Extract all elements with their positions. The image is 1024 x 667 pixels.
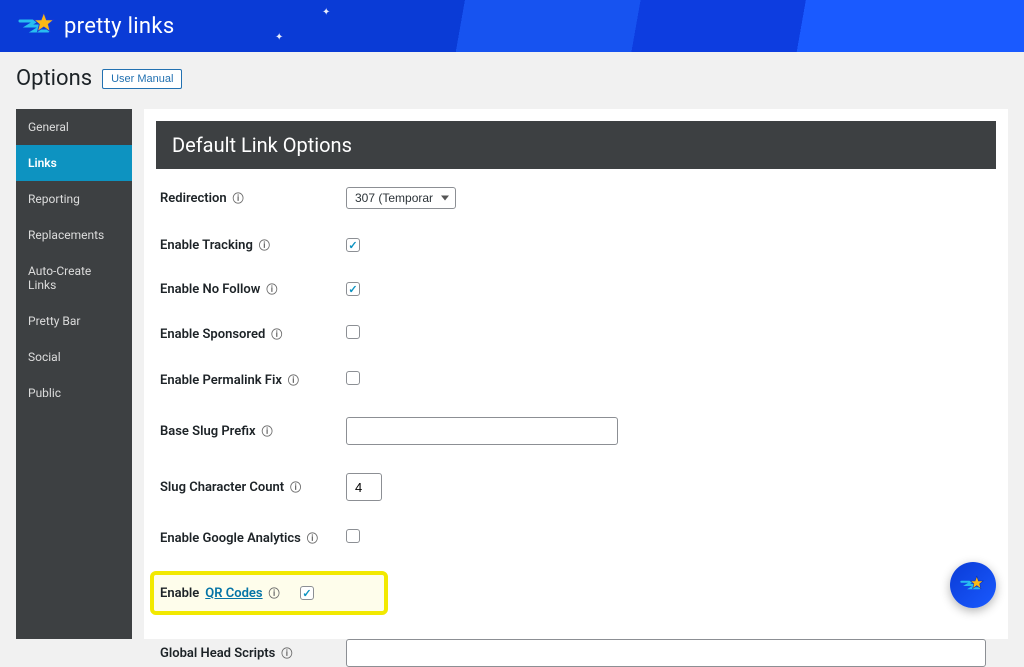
enable-no-follow-checkbox[interactable] [346,282,360,296]
sidebar-item-public[interactable]: Public [16,375,132,411]
main-panel: Default Link Options Redirection ⓘ 307 (… [144,109,1008,639]
redirection-label: Redirection ⓘ [160,190,346,206]
info-icon[interactable]: ⓘ [307,530,318,546]
base-slug-prefix-input[interactable] [346,417,618,445]
brand-logo: pretty links [18,11,175,41]
redirection-select[interactable]: 307 (Temporary) [346,187,456,209]
help-fab-icon [960,575,986,595]
info-icon[interactable]: ⓘ [281,645,292,661]
slug-char-count-input[interactable] [346,473,382,501]
pretty-links-logo-icon [18,11,58,41]
sidebar-item-auto-create-links[interactable]: Auto-Create Links [16,253,132,303]
info-icon[interactable]: ⓘ [266,281,277,297]
enable-tracking-checkbox[interactable] [346,238,360,252]
settings-sidebar: General Links Reporting Replacements Aut… [16,109,132,639]
sidebar-item-reporting[interactable]: Reporting [16,181,132,217]
sidebar-item-pretty-bar[interactable]: Pretty Bar [16,303,132,339]
info-icon[interactable]: ⓘ [290,479,301,495]
enable-permalink-fix-label: Enable Permalink Fix ⓘ [160,372,346,388]
enable-tracking-label: Enable Tracking ⓘ [160,237,346,253]
brand-banner: pretty links ✦ ✦ [0,0,1024,52]
info-icon[interactable]: ⓘ [269,585,280,601]
default-link-options-form: Redirection ⓘ 307 (Temporary) En [156,169,996,667]
help-fab-button[interactable] [950,562,996,608]
sidebar-item-replacements[interactable]: Replacements [16,217,132,253]
global-head-scripts-label: Global Head Scripts ⓘ [160,645,346,661]
sparkle-icon: ✦ [275,32,283,43]
sparkle-icon: ✦ [322,7,330,18]
enable-permalink-fix-checkbox[interactable] [346,371,360,385]
slug-char-count-label: Slug Character Count ⓘ [160,479,346,495]
enable-sponsored-checkbox[interactable] [346,325,360,339]
info-icon[interactable]: ⓘ [233,190,244,206]
info-icon[interactable]: ⓘ [288,372,299,388]
enable-ga-label: Enable Google Analytics ⓘ [160,530,346,546]
info-icon[interactable]: ⓘ [262,423,273,439]
section-header: Default Link Options [156,121,996,169]
info-icon[interactable]: ⓘ [259,237,270,253]
enable-qr-codes-label: Enable QR Codes ⓘ [160,585,300,601]
enable-qr-codes-checkbox[interactable] [300,586,314,600]
user-manual-button[interactable]: User Manual [102,69,182,89]
info-icon[interactable]: ⓘ [271,326,282,342]
enable-ga-checkbox[interactable] [346,529,360,543]
enable-sponsored-label: Enable Sponsored ⓘ [160,326,346,342]
brand-name: pretty links [64,14,175,39]
qr-codes-link[interactable]: QR Codes [205,586,262,601]
sidebar-item-general[interactable]: General [16,109,132,145]
page-title: Options [16,66,92,91]
enable-no-follow-label: Enable No Follow ⓘ [160,281,346,297]
sidebar-item-social[interactable]: Social [16,339,132,375]
page-head: Options User Manual [0,52,1024,109]
sidebar-item-links[interactable]: Links [16,145,132,181]
base-slug-prefix-label: Base Slug Prefix ⓘ [160,423,346,439]
global-head-scripts-input[interactable] [346,639,986,667]
